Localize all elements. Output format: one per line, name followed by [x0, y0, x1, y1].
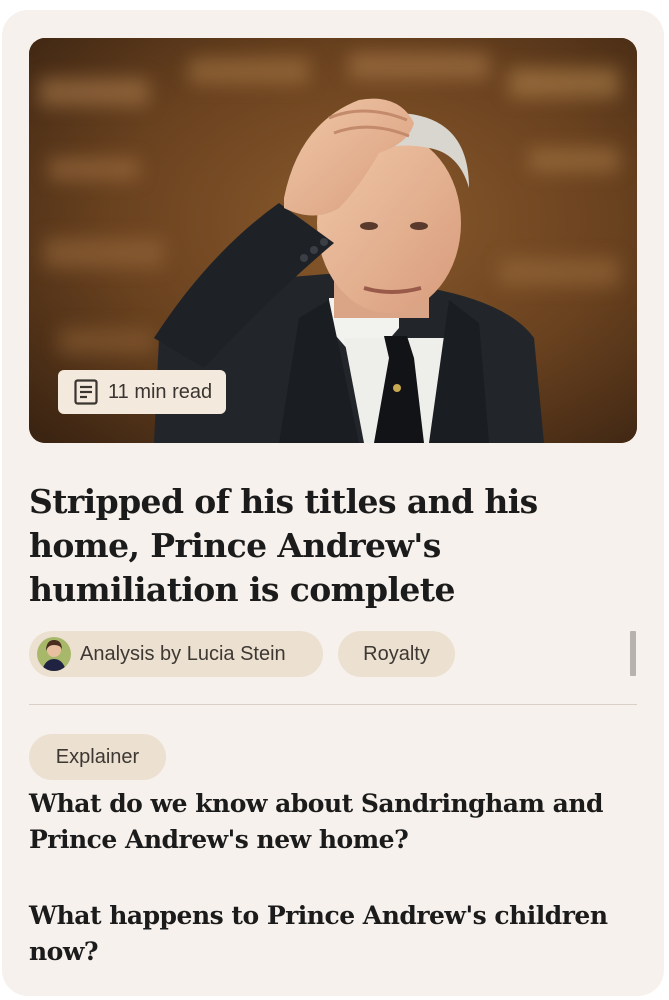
explainer-badge-label: Explainer — [55, 745, 140, 768]
article-card[interactable]: 11 min read Stripped of his titles and h… — [2, 10, 664, 996]
related-article-link[interactable]: What happens to Prince Andrew's children… — [29, 898, 629, 970]
topic-chip[interactable]: Royalty — [338, 631, 455, 677]
divider — [29, 704, 637, 705]
author-chip[interactable]: Analysis by Lucia Stein — [29, 631, 323, 677]
article-headline[interactable]: Stripped of his titles and his home, Pri… — [29, 480, 629, 612]
topic-chip-label: Royalty — [363, 642, 430, 665]
hero-image[interactable]: 11 min read — [29, 38, 637, 443]
author-avatar — [37, 637, 71, 671]
related-article-link[interactable]: What do we know about Sandringham and Pr… — [29, 786, 629, 858]
author-chip-label: Analysis by Lucia Stein — [80, 642, 286, 665]
scroll-indicator — [630, 631, 636, 676]
explainer-badge: Explainer — [29, 734, 166, 780]
read-time-label: 11 min read — [108, 380, 213, 403]
read-time-badge: 11 min read — [58, 370, 227, 414]
document-icon — [74, 379, 98, 405]
